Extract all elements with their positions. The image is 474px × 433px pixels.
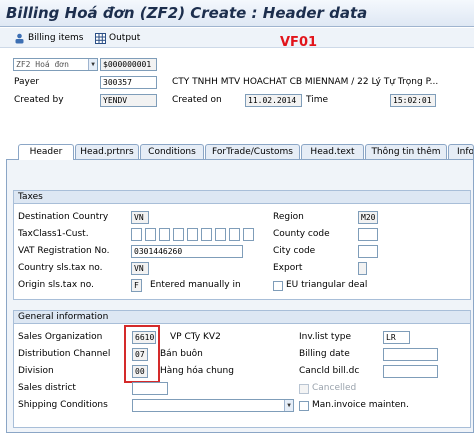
shipping-conditions-label: Shipping Conditions: [18, 400, 108, 410]
vat-registration-label: VAT Registration No.: [18, 246, 110, 256]
billing-items-button[interactable]: Billing items: [14, 31, 83, 45]
eu-triangular-checkbox[interactable]: [273, 281, 283, 291]
vat-registration-input[interactable]: 0301446260: [131, 245, 243, 258]
billing-items-icon: [14, 33, 25, 44]
output-button[interactable]: Output: [95, 31, 140, 45]
billing-items-label: Billing items: [28, 33, 84, 43]
region-field: M20: [358, 211, 378, 224]
taxclass-field-4[interactable]: [173, 228, 184, 241]
inv-list-type-field[interactable]: LR: [383, 331, 410, 344]
tab-label: Info: [457, 147, 474, 157]
time-label: Time: [306, 95, 329, 105]
tab-fortrade-customs[interactable]: ForTrade/Customs: [205, 144, 300, 159]
chevron-down-icon[interactable]: ▼: [88, 59, 97, 70]
eu-triangular-label: EU triangular deal: [286, 280, 368, 290]
taxes-group-title: Taxes: [14, 191, 470, 204]
cancelled-label: Cancelled: [312, 383, 357, 393]
country-sls-tax-field: VN: [131, 262, 149, 275]
taxclass-label: TaxClass1-Cust.: [18, 229, 89, 239]
created-by-field: YENDV: [100, 94, 157, 107]
county-code-field[interactable]: [358, 228, 378, 241]
sales-district-field[interactable]: [132, 382, 168, 395]
cancelled-bill-doc-label: Cancld bill.dc: [299, 366, 360, 376]
tab-label: Head.text: [310, 147, 355, 157]
created-by-label: Created by: [14, 95, 64, 105]
man-invoice-maintenance-label: Man.invoice mainten.: [312, 400, 409, 410]
billing-date-label: Billing date: [299, 349, 350, 359]
time-field: 15:02:01: [390, 94, 436, 107]
tab-label: ForTrade/Customs: [212, 147, 293, 157]
taxclass-field-3[interactable]: [159, 228, 170, 241]
city-code-label: City code: [273, 246, 316, 256]
country-sls-tax-label: Country sls.tax no.: [18, 263, 103, 273]
division-text: Hàng hóa chung: [160, 366, 234, 376]
tab-label: Head.prtnrs: [80, 147, 134, 157]
origin-sls-tax-label: Origin sls.tax no.: [18, 280, 94, 290]
taxclass-field-8[interactable]: [229, 228, 240, 241]
county-code-label: County code: [273, 229, 330, 239]
taxclass-field-1[interactable]: [131, 228, 142, 241]
tab-header[interactable]: Header: [18, 144, 74, 160]
tab-info[interactable]: Info: [448, 144, 474, 159]
sales-organization-label: Sales Organization: [18, 332, 103, 342]
billing-date-field[interactable]: [383, 348, 438, 361]
origin-sls-tax-field: F: [131, 279, 142, 292]
taxclass-field-7[interactable]: [215, 228, 226, 241]
distribution-channel-label: Distribution Channel: [18, 349, 111, 359]
created-on-field: 11.02.2014: [245, 94, 302, 107]
origin-sls-tax-text: Entered manually in: [150, 280, 241, 290]
division-label: Division: [18, 366, 54, 376]
window-title: Billing Hoá đơn (ZF2) Create : Header da…: [6, 4, 368, 22]
export-field: [358, 262, 367, 275]
tab-label: Thông tin thêm: [371, 147, 441, 157]
created-on-label: Created on: [172, 95, 222, 105]
inv-list-type-label: Inv.list type: [299, 332, 352, 342]
document-type-value: ZF2 Hoá đơn: [16, 60, 69, 69]
highlight-annotation-box: [124, 325, 160, 383]
payer-name: CTY TNHH MTV HOACHAT CB MIENNAM / 22 Lý …: [172, 77, 439, 87]
output-grid-icon: [95, 32, 106, 44]
taxclass-field-5[interactable]: [187, 228, 198, 241]
transaction-code: VF01: [280, 35, 318, 50]
tab-thong-tin-them[interactable]: Thông tin thêm: [365, 144, 447, 159]
tab-label: Conditions: [148, 147, 196, 157]
payer-input[interactable]: 300357: [100, 76, 157, 89]
output-label: Output: [109, 33, 141, 43]
taxclass-field-9[interactable]: [243, 228, 254, 241]
region-label: Region: [273, 212, 304, 222]
destination-country-field: VN: [131, 211, 149, 224]
sales-district-label: Sales district: [18, 383, 76, 393]
document-number-field: $000000001: [100, 58, 157, 71]
tab-head-text[interactable]: Head.text: [301, 144, 364, 159]
man-invoice-maintenance-checkbox[interactable]: [299, 401, 309, 411]
chevron-down-icon[interactable]: ▼: [284, 400, 293, 411]
taxclass-field-2[interactable]: [145, 228, 156, 241]
tab-label: Header: [29, 147, 63, 157]
taxclass-field-6[interactable]: [201, 228, 212, 241]
sales-organization-text: VP CTy KV2: [170, 332, 221, 342]
destination-country-label: Destination Country: [18, 212, 109, 222]
tab-head-partners[interactable]: Head.prtnrs: [75, 144, 139, 159]
general-information-title: General information: [14, 311, 470, 324]
document-type-select[interactable]: ZF2 Hoá đơn ▼: [13, 58, 98, 71]
export-label: Export: [273, 263, 303, 273]
tab-conditions[interactable]: Conditions: [140, 144, 204, 159]
payer-label: Payer: [14, 77, 40, 87]
cancelled-bill-doc-field[interactable]: [383, 365, 438, 378]
cancelled-checkbox: [299, 384, 309, 394]
shipping-conditions-select[interactable]: ▼: [132, 399, 294, 412]
distribution-channel-text: Bán buôn: [160, 349, 203, 359]
city-code-field[interactable]: [358, 245, 378, 258]
